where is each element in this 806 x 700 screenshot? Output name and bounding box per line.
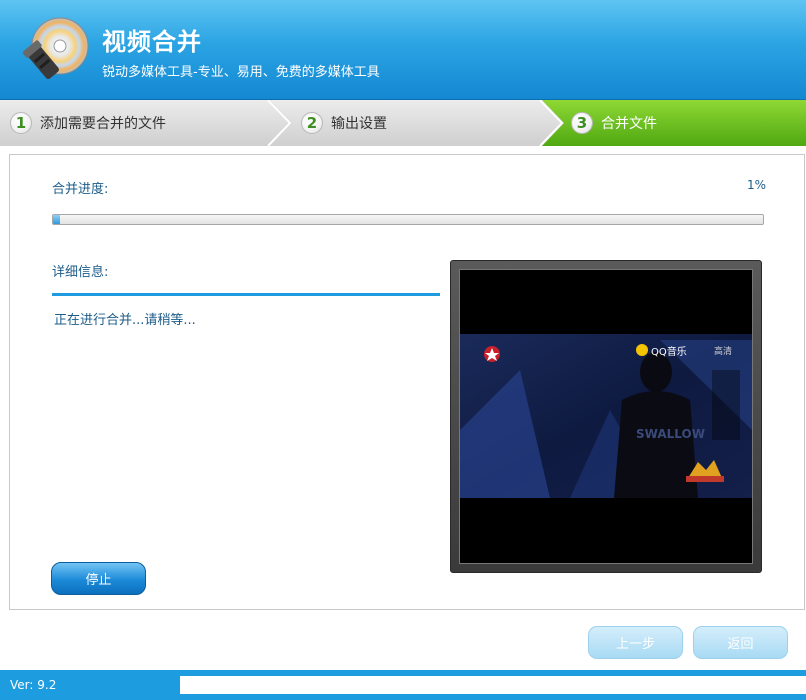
video-frame-image: SWALLOW QQ音乐 高清	[460, 270, 752, 563]
progress-bar-fill	[53, 215, 61, 224]
step-3-number: 3	[571, 112, 593, 134]
video-preview: SWALLOW QQ音乐 高清	[459, 269, 753, 564]
version-label: Ver: 9.2	[10, 678, 57, 692]
step-2: 2 输出设置	[301, 100, 387, 146]
details-label: 详细信息:	[52, 265, 109, 280]
progress-label: 合并进度:	[52, 182, 109, 197]
hd-badge: 高清	[714, 345, 732, 357]
progress-bar	[52, 214, 764, 225]
content-panel: 合并进度: 1% 详细信息: 正在进行合并...请稍等... SWALLOW Q…	[9, 154, 805, 610]
shirt-text: SWALLOW	[636, 427, 705, 441]
back-button[interactable]: 返回	[693, 626, 788, 659]
app-title: 视频合并	[102, 28, 202, 56]
previous-step-button[interactable]: 上一步	[588, 626, 683, 659]
qq-music-logo: QQ音乐	[651, 345, 687, 358]
merge-status-text: 正在进行合并...请稍等...	[54, 313, 196, 328]
app-subtitle: 锐动多媒体工具-专业、易用、免费的多媒体工具	[102, 65, 380, 80]
step-2-number: 2	[301, 112, 323, 134]
step-1-number: 1	[10, 112, 32, 134]
progress-percent: 1%	[746, 178, 766, 192]
step-1-label: 添加需要合并的文件	[40, 116, 166, 132]
step-2-label: 输出设置	[331, 116, 387, 132]
step-3: 3 合并文件	[571, 100, 657, 146]
app-header: 视频合并 锐动多媒体工具-专业、易用、免费的多媒体工具	[0, 0, 806, 100]
step-1: 1 添加需要合并的文件	[10, 100, 166, 146]
app-logo-icon	[22, 17, 89, 79]
wizard-steps: 1 添加需要合并的文件 2 输出设置 3 合并文件	[0, 100, 806, 146]
status-bar-field	[180, 676, 806, 694]
details-divider	[52, 293, 440, 296]
stop-button[interactable]: 停止	[51, 562, 146, 595]
status-bar: Ver: 9.2	[0, 670, 806, 700]
step-3-label: 合并文件	[601, 116, 657, 132]
video-preview-frame: SWALLOW QQ音乐 高清	[450, 260, 762, 573]
